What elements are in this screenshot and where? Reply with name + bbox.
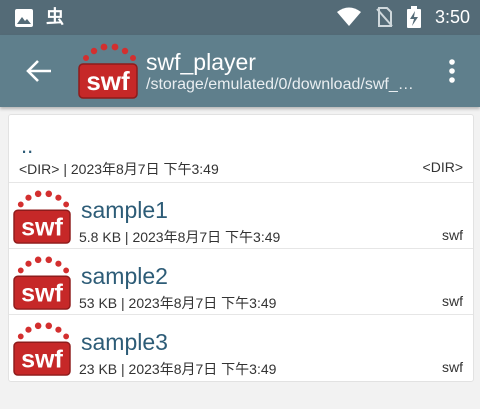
file-meta: 53 KB | 2023年8月7日 下午3:49 xyxy=(79,295,277,311)
parent-dir-meta: <DIR> | 2023年8月7日 下午3:49 xyxy=(19,161,219,177)
file-ext: swf xyxy=(442,293,463,309)
swf-file-icon: swf xyxy=(13,190,71,244)
file-icon-label: swf xyxy=(21,345,63,373)
app-icon-label: swf xyxy=(86,66,130,96)
toolbar-title: swf_player xyxy=(146,49,256,75)
file-name: sample2 xyxy=(81,263,168,289)
wifi-icon xyxy=(336,7,361,26)
parent-dir-name: .. xyxy=(21,133,34,158)
bug-icon: 虫 xyxy=(46,7,64,28)
toolbar-subtitle: /storage/emulated/0/download/swf_player xyxy=(146,76,418,93)
swf-file-icon: swf xyxy=(13,322,71,376)
toolbar: swf swf_player /storage/emulated/0/downl… xyxy=(0,35,480,107)
file-name: sample1 xyxy=(81,197,168,223)
file-ext: swf xyxy=(442,227,463,243)
file-meta: 5.8 KB | 2023年8月7日 下午3:49 xyxy=(79,229,281,245)
list-item[interactable]: swf sample2 53 KB | 2023年8月7日 下午3:49 swf xyxy=(9,249,473,315)
image-icon xyxy=(15,9,33,27)
status-bar: 虫 3:50 xyxy=(0,0,480,35)
list-item-parent-dir[interactable]: .. <DIR> | 2023年8月7日 下午3:49 <DIR> xyxy=(9,115,473,183)
status-clock: 3:50 xyxy=(434,6,470,27)
file-ext: swf xyxy=(442,359,463,375)
file-icon-label: swf xyxy=(21,279,63,307)
no-sim-icon xyxy=(376,7,393,27)
parent-dir-type: <DIR> xyxy=(422,159,463,175)
status-bar-system: 3:50 xyxy=(323,6,470,28)
overflow-menu-icon[interactable] xyxy=(440,57,464,85)
swf-file-icon: swf xyxy=(13,256,71,310)
file-meta: 23 KB | 2023年8月7日 下午3:49 xyxy=(79,361,277,377)
battery-charging-icon xyxy=(406,6,421,28)
back-arrow-icon[interactable] xyxy=(26,59,52,83)
list-item[interactable]: swf sample1 5.8 KB | 2023年8月7日 下午3:49 sw… xyxy=(9,183,473,249)
swf-app-icon: swf xyxy=(78,43,138,99)
file-list: .. <DIR> | 2023年8月7日 下午3:49 <DIR> swf sa… xyxy=(8,114,474,382)
status-bar-notifications: 虫 xyxy=(14,8,76,28)
file-name: sample3 xyxy=(81,329,168,355)
list-item[interactable]: swf sample3 23 KB | 2023年8月7日 下午3:49 swf xyxy=(9,315,473,381)
file-icon-label: swf xyxy=(21,213,63,241)
